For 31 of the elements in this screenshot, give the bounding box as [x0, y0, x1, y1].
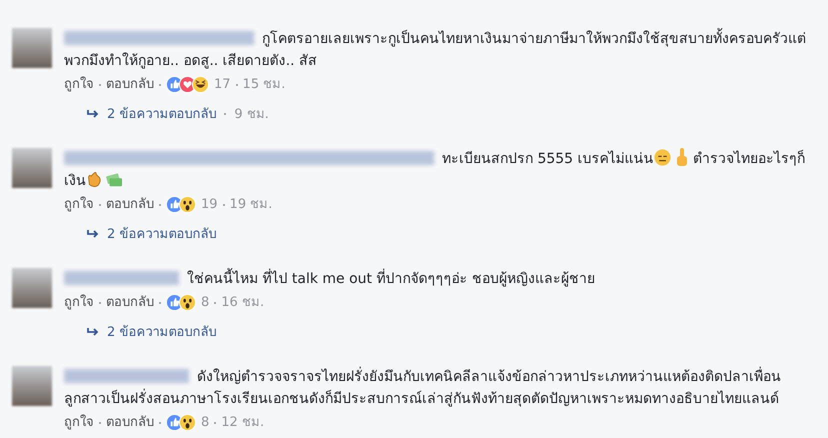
surprised-reaction-icon: [179, 196, 196, 214]
replies-link[interactable]: 2 ข้อความตอบกลับ: [107, 104, 216, 124]
reply-arrow-icon: [87, 229, 99, 240]
reply-arrow-icon: [87, 327, 99, 338]
avatar-placeholder[interactable]: [12, 148, 52, 188]
replies-link[interactable]: 2 ข้อความตอบกลับ: [107, 322, 216, 342]
replies-time: 9 ชม.: [234, 106, 269, 124]
comment-text: ทะเบียนสกปรก 5555 เบรคไม่แน่น ตำรวจไทยอะไรๆก็เงิน: [64, 148, 818, 192]
like-link[interactable]: ถูกใจ: [64, 195, 94, 214]
money-icon: [105, 172, 123, 188]
reply-link[interactable]: ตอบกลับ: [106, 293, 154, 312]
avatar-placeholder[interactable]: [12, 268, 52, 308]
replies-link[interactable]: 2 ข้อความตอบกลับ: [107, 224, 216, 244]
reply-link[interactable]: ตอบกลับ: [106, 195, 154, 214]
comment-text: ดังใหญ่ตำรวจจราจรไทยฝรั่งยังมึนกับเทคนิคลีลาแจ้งข้อกล่าวหาประเภทหว่านแหต้องติดปลาเพื่อนลูกสาวเป็นฝรั่งสอนภาษาโรงเรียนเอกชนดังก็มีประสบการณ์เล่าสู่กันฟังท้ายสุดตัดปัญหาเพราะหมดทางอธิบายไทยแลนด์: [64, 366, 818, 410]
like-link[interactable]: ถูกใจ: [64, 75, 94, 94]
avatar-placeholder[interactable]: [12, 366, 52, 406]
reply-arrow-icon: [87, 109, 99, 120]
comment-text: ใช่คนนี้ไหม ที่ไป talk me out ที่ปากจัดๆๆๆอ่ะ ชอบผู้หญิงและผู้ชาย: [64, 268, 595, 290]
raised-finger-icon: [674, 148, 689, 166]
clapping-hands-icon: [86, 171, 103, 188]
reply-link[interactable]: ตอบกลับ: [106, 413, 154, 432]
like-link[interactable]: ถูกใจ: [64, 293, 94, 312]
surprised-reaction-icon: [179, 414, 196, 432]
like-link[interactable]: ถูกใจ: [64, 413, 94, 432]
surprised-reaction-icon: [179, 294, 196, 312]
avatar-placeholder[interactable]: [12, 28, 52, 68]
reply-link[interactable]: ตอบกลับ: [106, 75, 154, 94]
neutral-face-icon: [654, 149, 671, 166]
laughing-reaction-icon: [192, 76, 209, 94]
comment-text: กูโคตรอายเลยเพราะกูเป็นคนไทยหาเงินมาจ่ายภาษีมาให้พวกมึงใช้สุขสบายทั้งครอบครัวแต่พวกมึงทำให้กูอาย.. อดสู.. เสียดายตัง.. สัส: [64, 28, 818, 72]
